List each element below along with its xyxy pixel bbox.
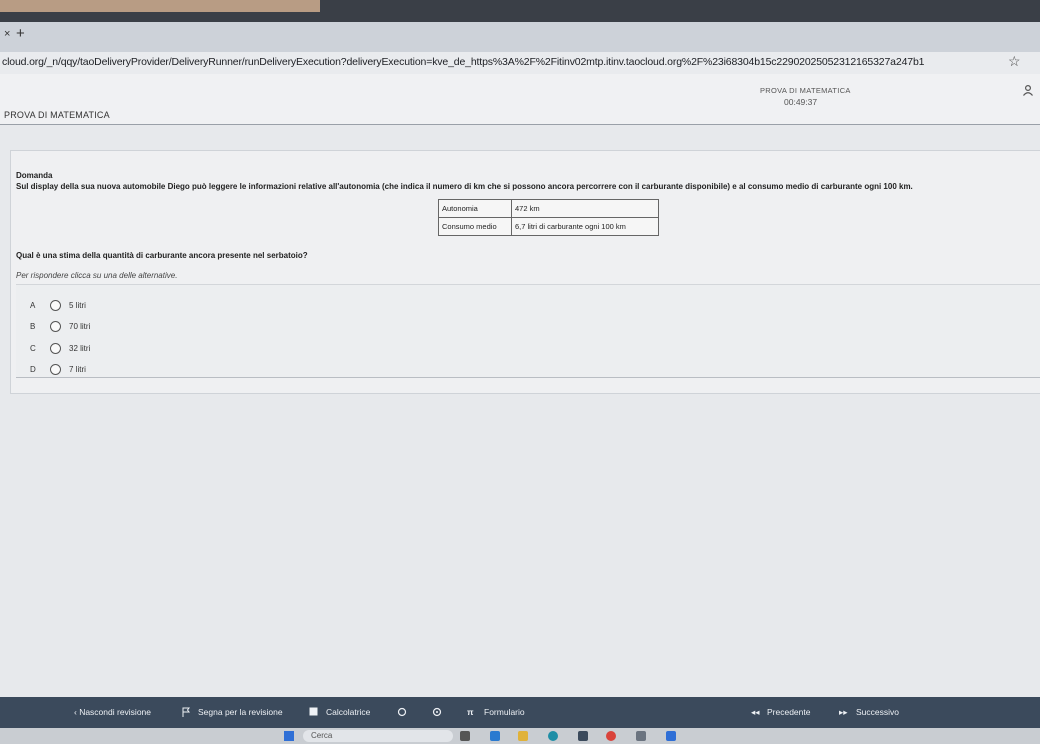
radio-button[interactable]: [50, 320, 61, 332]
taskbar-search[interactable]: Cerca: [303, 730, 453, 742]
radio-button[interactable]: [50, 363, 61, 375]
calculator-button[interactable]: Calcolatrice: [326, 707, 370, 717]
instruction-text: Per rispondere clicca su una delle alter…: [16, 271, 178, 280]
app-icon[interactable]: [490, 731, 500, 741]
folder-icon[interactable]: [518, 731, 528, 741]
table-cell-value: 6,7 litri di carburante ogni 100 km: [511, 217, 659, 236]
flag-icon[interactable]: [182, 707, 191, 719]
calculator-icon[interactable]: [309, 707, 318, 718]
chrome-icon[interactable]: [606, 731, 616, 741]
choice-list: A 5 litri B 70 litri C 32 litri D 7 litr…: [16, 284, 1040, 378]
choice-text: 70 litri: [69, 321, 91, 331]
new-tab-button[interactable]: +: [16, 25, 25, 42]
question-stem: Sul display della sua nuova automobile D…: [16, 182, 913, 191]
radio-button[interactable]: [50, 342, 61, 354]
app-icon[interactable]: [636, 731, 646, 741]
next-button[interactable]: Successivo: [856, 707, 899, 717]
choice-a[interactable]: A 5 litri: [30, 298, 86, 312]
hide-review-button[interactable]: ‹ Nascondi revisione: [74, 707, 151, 717]
windows-start-icon[interactable]: [284, 731, 294, 741]
previous-button[interactable]: Precedente: [767, 707, 810, 717]
choice-letter: A: [30, 300, 36, 310]
info-icon[interactable]: [432, 707, 442, 719]
choice-letter: D: [30, 364, 36, 374]
table-row: Consumo medio 6,7 litri di carburante og…: [438, 217, 659, 236]
background-strip: [0, 0, 320, 12]
settings-icon[interactable]: [397, 707, 407, 719]
timer: 00:49:37: [784, 97, 818, 107]
choice-b[interactable]: B 70 litri: [30, 319, 90, 333]
app-icon[interactable]: [460, 731, 470, 741]
table-row: Autonomia 472 km: [438, 199, 659, 218]
address-url[interactable]: cloud.org/_n/qqy/taoDeliveryProvider/Del…: [2, 56, 924, 68]
choice-letter: C: [30, 343, 36, 353]
choice-text: 32 litri: [69, 343, 91, 353]
app-header: [0, 74, 1040, 125]
question-label: Domanda: [16, 171, 53, 180]
test-title: PROVA DI MATEMATICA: [760, 86, 851, 95]
app-icon[interactable]: [666, 731, 676, 741]
question-prompt: Qual è una stima della quantità di carbu…: [16, 251, 308, 260]
choice-c[interactable]: C 32 litri: [30, 341, 90, 355]
app-title: PROVA DI MATEMATICA: [4, 110, 110, 120]
bookmark-star-icon[interactable]: ☆: [1008, 53, 1021, 70]
browser-tabbar: [0, 22, 1040, 52]
user-icon[interactable]: [1022, 84, 1034, 99]
previous-icon[interactable]: ◂◂: [751, 707, 760, 718]
choice-d[interactable]: D 7 litri: [30, 362, 86, 376]
choice-letter: B: [30, 321, 36, 331]
browser-icon[interactable]: [548, 731, 558, 741]
table-cell-value: 472 km: [511, 199, 659, 218]
pi-icon[interactable]: π: [467, 707, 474, 717]
tab-close-icon[interactable]: ×: [4, 28, 10, 40]
table-cell-key: Consumo medio: [438, 217, 512, 236]
screen-top-edge: [0, 0, 1040, 22]
radio-button[interactable]: [50, 299, 61, 311]
choice-text: 7 litri: [69, 364, 86, 374]
next-icon[interactable]: ▸▸: [839, 707, 848, 718]
table-cell-key: Autonomia: [438, 199, 512, 218]
info-table: Autonomia 472 km Consumo medio 6,7 litri…: [438, 199, 659, 236]
flag-review-button[interactable]: Segna per la revisione: [198, 707, 283, 717]
choice-text: 5 litri: [69, 300, 86, 310]
formulary-button[interactable]: Formulario: [484, 707, 525, 717]
app-icon[interactable]: [578, 731, 588, 741]
